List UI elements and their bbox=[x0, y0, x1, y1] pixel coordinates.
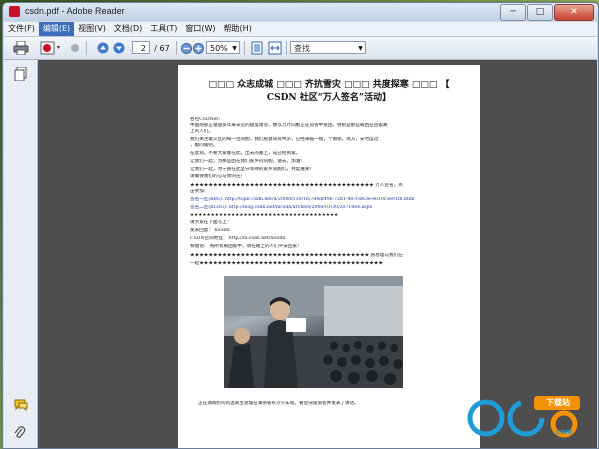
body-line: 让我们一起，为那些困在我们家乡的同胞，送去，加油！ bbox=[190, 159, 305, 164]
body-line: 发表回复： hicsdn bbox=[190, 228, 230, 233]
email-button[interactable] bbox=[38, 40, 64, 56]
comments-icon bbox=[14, 399, 28, 412]
menu-help[interactable]: 帮助(H) bbox=[220, 22, 256, 36]
download-badge: 下载站 bbox=[546, 398, 570, 407]
menu-document[interactable]: 文档(D) bbox=[110, 22, 146, 36]
body-line: 一起★★★★★★★★★★★★★★★★★★★★★★★★★★★★★★★★★★★★★★… bbox=[190, 261, 383, 266]
page-count: / 67 bbox=[154, 43, 170, 53]
logo-url: com bbox=[556, 428, 573, 436]
page-down-icon bbox=[113, 42, 125, 54]
body-line: 祝福语： 祝所有被困家中，请在路上的人们平安回家！ bbox=[190, 244, 302, 249]
minimize-button[interactable]: ─ bbox=[500, 4, 526, 21]
fit-page-icon bbox=[251, 41, 263, 55]
toolbar-separator bbox=[244, 41, 245, 55]
body-line: 让我们一起，为宁愿在此坚守等待的家乡同胞们，共度难关！ bbox=[190, 167, 315, 172]
pc6-watermark: 下载站 pc6 com bbox=[464, 394, 589, 440]
body-line: ★★★★★★★★★★★★★★★★★★★★★★★★★★★★★★★★★★★★★★★ … bbox=[190, 253, 403, 258]
pages-icon bbox=[14, 66, 27, 82]
menu-bar: 文件(F) 编辑(E) 视图(V) 文档(D) 工具(T) 窗口(W) 帮助(H… bbox=[4, 22, 597, 37]
attachments-panel-button[interactable] bbox=[14, 426, 27, 439]
zoom-in-button[interactable] bbox=[192, 40, 204, 56]
menu-edit[interactable]: 编辑(E) bbox=[38, 22, 75, 36]
body-line: 击参加： bbox=[190, 189, 209, 194]
document-title-line2: CSDN 社区“万人签名”活动】 bbox=[266, 93, 392, 103]
page-number-input[interactable]: 2 bbox=[132, 41, 150, 54]
email-icon bbox=[40, 41, 60, 55]
bbs-link[interactable]: 签名一区(BBS): http://topic.csdn.net/u/20080… bbox=[190, 197, 470, 203]
fit-width-button[interactable] bbox=[268, 40, 282, 56]
menu-tools[interactable]: 工具(T) bbox=[146, 22, 181, 36]
paperclip-icon bbox=[14, 426, 26, 438]
disabled-arrow-icon bbox=[71, 44, 79, 52]
document-title-line1: □□□ 众志成城 □□□ 齐抗雪灾 □□□ 共度探寒 □□□ 【 bbox=[208, 80, 450, 90]
body-line: 在此刻，不要大家都在此，出去的路上，成已经到家。 bbox=[190, 151, 301, 156]
menu-view[interactable]: 视图(V) bbox=[74, 22, 110, 36]
chevron-down-icon[interactable]: ▼ bbox=[230, 43, 239, 53]
window-title: csdn.pdf - Adobe Reader bbox=[25, 6, 125, 16]
title-bar[interactable]: csdn.pdf - Adobe Reader ─ □ ✕ bbox=[3, 3, 598, 21]
page-up-icon bbox=[97, 42, 109, 54]
news-photo bbox=[224, 276, 403, 388]
search-input[interactable]: 查找 bbox=[290, 41, 366, 54]
body-line: ★★★★★★★★★★★★★★★★★★★★★★★★★★★★★★★★★★★★ bbox=[190, 213, 339, 218]
fit-page-button[interactable] bbox=[250, 40, 264, 56]
body-line: CSDN空间地址： http://hi.csdn.net/hicsdn bbox=[190, 236, 286, 241]
navigation-panel bbox=[4, 60, 38, 448]
blog-link[interactable]: 签名二区(BLOG): http://blog.csdn.net/hicsdn/… bbox=[190, 205, 470, 211]
zoom-in-icon bbox=[192, 42, 204, 54]
menu-window[interactable]: 窗口(W) bbox=[181, 22, 219, 36]
print-icon bbox=[13, 41, 29, 55]
zoom-out-icon bbox=[180, 42, 192, 54]
next-page-button[interactable] bbox=[112, 40, 126, 56]
photo-caption: 正在湖南慰问的温家宝总理在湖南省长沙火车站，看望滞留旅客并发表了讲话。 bbox=[198, 401, 359, 406]
close-button[interactable]: ✕ bbox=[554, 4, 594, 21]
app-window: csdn.pdf - Adobe Reader ─ □ ✕ 文件(F) 编辑(E… bbox=[2, 2, 599, 449]
body-line: 上的人们。 bbox=[190, 129, 213, 134]
fit-width-icon bbox=[268, 41, 282, 55]
toolbar: 2 / 67 50% ▼ 查找 ▼ bbox=[4, 37, 597, 60]
search-dropdown-icon[interactable]: ▼ bbox=[356, 43, 365, 53]
print-button[interactable] bbox=[10, 40, 32, 56]
toolbar-separator bbox=[176, 41, 177, 55]
previous-page-button[interactable] bbox=[96, 40, 110, 56]
adobe-reader-icon bbox=[9, 6, 20, 17]
document-view[interactable]: □□□ 众志成城 □□□ 齐抗雪灾 □□□ 共度探寒 □□□ 【 CSDN 社区… bbox=[38, 60, 597, 448]
body-line: 请确保我们的心与你同在！ bbox=[190, 174, 246, 179]
zoom-out-button[interactable] bbox=[180, 40, 192, 56]
body-line: 请大家在下面写上： bbox=[190, 220, 232, 225]
pdf-page: □□□ 众志成城 □□□ 齐抗雪灾 □□□ 共度探寒 □□□ 【 CSDN 社区… bbox=[178, 65, 480, 448]
pages-panel-button[interactable] bbox=[14, 66, 27, 82]
create-button[interactable] bbox=[68, 40, 82, 56]
maximize-button[interactable]: □ bbox=[527, 4, 553, 21]
body-line: ，都问候吧。 bbox=[190, 143, 218, 148]
toolbar-separator bbox=[86, 41, 87, 55]
comments-panel-button[interactable] bbox=[14, 399, 28, 412]
menu-file[interactable]: 文件(F) bbox=[4, 22, 39, 36]
toolbar-separator bbox=[286, 41, 287, 55]
